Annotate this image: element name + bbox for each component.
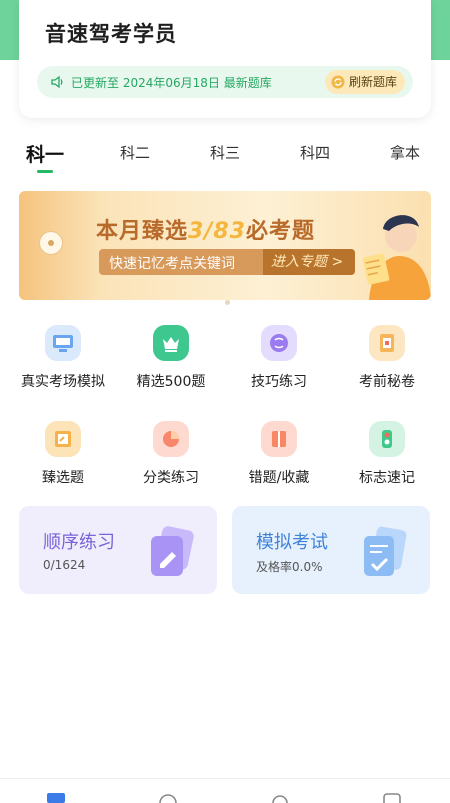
- pie-chart-icon: [153, 421, 189, 457]
- sequential-title: 顺序练习: [43, 532, 115, 553]
- active-tab-indicator: [37, 170, 53, 173]
- header-card: 音速驾考学员 已更新至 2024年06月18日 最新题库 刷新题库: [19, 0, 431, 118]
- student-illustration: [362, 215, 431, 300]
- feature-wrong-favorites[interactable]: 错题/收藏: [223, 421, 335, 487]
- banner-pager: [216, 290, 234, 309]
- disc-icon: [39, 231, 63, 255]
- exam-paper-icon: [364, 526, 407, 576]
- monitor-icon: [45, 325, 81, 361]
- update-notice: 已更新至 2024年06月18日 最新题库 刷新题库: [37, 66, 413, 98]
- compass-icon[interactable]: [158, 791, 178, 803]
- pencil-icon: [151, 526, 194, 576]
- refresh-label: 刷新题库: [348, 75, 397, 89]
- scroll-icon: [369, 325, 405, 361]
- feature-premium-questions[interactable]: 臻选题: [7, 421, 119, 487]
- feature-select-500[interactable]: 精选500题: [115, 325, 227, 391]
- sequential-practice-card[interactable]: 顺序练习 0/1624: [19, 506, 217, 594]
- enter-topic-button[interactable]: 进入专题 >: [263, 249, 355, 275]
- feature-skill-practice[interactable]: 技巧练习: [223, 325, 335, 391]
- page-title: 音速驾考学员: [45, 22, 177, 46]
- pass-rate: 及格率0.0%: [256, 560, 323, 574]
- feature-real-exam[interactable]: 真实考场模拟: [7, 325, 119, 391]
- profile-icon[interactable]: [382, 791, 402, 803]
- crown-icon: [153, 325, 189, 361]
- bottom-nav: [0, 778, 450, 803]
- feature-sign-memory[interactable]: 标志速记: [331, 421, 443, 487]
- mock-exam-card[interactable]: 模拟考试 及格率0.0%: [232, 506, 430, 594]
- tab-ke2[interactable]: 科二: [120, 142, 150, 163]
- banner-headline: 本月臻选3/83必考题: [96, 219, 315, 244]
- tab-ke1[interactable]: 科一: [26, 140, 64, 167]
- update-text: 已更新至 2024年06月18日 最新题库: [71, 76, 272, 90]
- traffic-light-icon: [369, 421, 405, 457]
- refresh-icon: [331, 75, 345, 89]
- brain-icon: [261, 325, 297, 361]
- green-edge-left: [0, 0, 20, 60]
- tab-ke3[interactable]: 科三: [210, 142, 240, 163]
- mock-title: 模拟考试: [256, 532, 328, 553]
- banner-subline: 快速记忆考点关键词 进入专题 >: [99, 249, 355, 275]
- home-icon[interactable]: [46, 791, 66, 803]
- search-icon[interactable]: [270, 791, 290, 803]
- speaker-icon: [51, 75, 63, 89]
- feature-category-practice[interactable]: 分类练习: [115, 421, 227, 487]
- book-icon: [261, 421, 297, 457]
- green-edge-right: [430, 0, 450, 60]
- sequential-progress: 0/1624: [43, 558, 86, 572]
- document-icon: [45, 421, 81, 457]
- refresh-bank-button[interactable]: 刷新题库: [324, 70, 405, 94]
- tab-ke4[interactable]: 科四: [300, 142, 330, 163]
- subject-tabs: 科一 科二 科三 科四 拿本: [0, 138, 450, 178]
- promo-banner[interactable]: 本月臻选3/83必考题 快速记忆考点关键词 进入专题 >: [19, 191, 431, 300]
- feature-pre-exam-paper[interactable]: 考前秘卷: [331, 325, 443, 391]
- tab-naben[interactable]: 拿本: [390, 142, 420, 163]
